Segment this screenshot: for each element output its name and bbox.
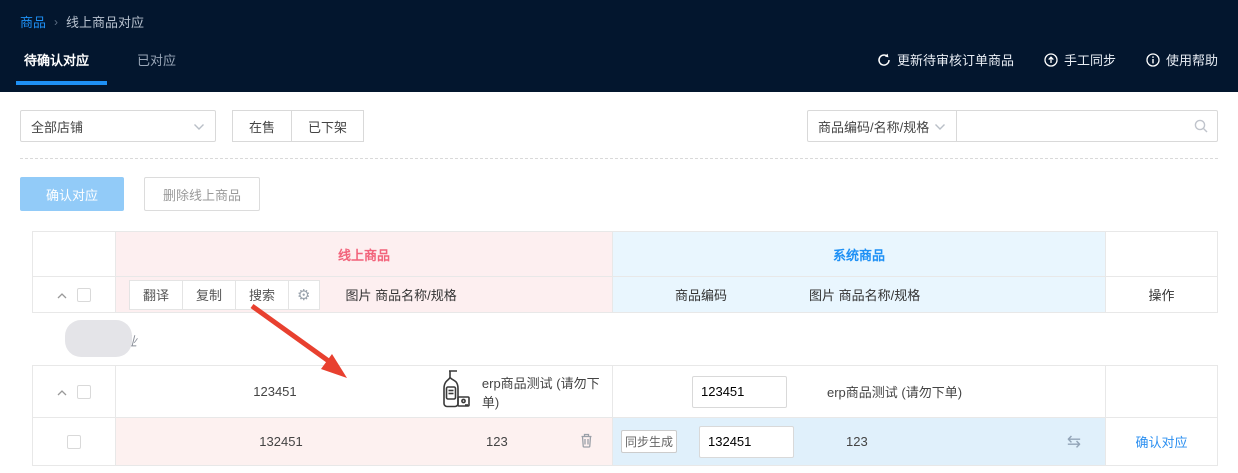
search-icon[interactable]	[1193, 118, 1209, 137]
operation-cell	[1105, 365, 1218, 418]
header-select-cell	[32, 277, 115, 313]
online-group-title: 线上商品	[116, 245, 612, 264]
table-row: 132451 123 同步生成 123 ⇆ 确认对应	[32, 418, 1218, 466]
online-product-cell: 132451 123	[115, 418, 612, 466]
filter-bar: 全部店铺 在售 已下架 商品编码/名称/规格	[0, 92, 1238, 158]
search-input[interactable]	[956, 110, 1218, 142]
sale-status-button-group: 在售 已下架	[232, 110, 364, 142]
manual-sync-label: 手工同步	[1064, 50, 1116, 69]
header-empty-cell	[32, 231, 115, 277]
system-code-input[interactable]	[699, 426, 794, 458]
confirm-match-button[interactable]: 确认对应	[20, 177, 124, 211]
row-checkbox[interactable]	[77, 385, 91, 399]
help-button[interactable]: 使用帮助	[1146, 50, 1218, 69]
select-all-checkbox[interactable]	[77, 288, 91, 302]
sync-generated-tag: 同步生成	[621, 430, 677, 453]
row-select-cell	[32, 418, 115, 466]
header-operation: 操作	[1105, 277, 1218, 313]
gear-icon[interactable]: ⚙	[289, 281, 318, 309]
search-area: 商品编码/名称/规格	[807, 110, 1218, 142]
help-label: 使用帮助	[1166, 50, 1218, 69]
online-product-code: 132451	[116, 434, 446, 449]
table-row: 123451 erp商品测试 (请勿下单)	[32, 365, 1218, 418]
breadcrumb-separator: ›	[54, 15, 58, 29]
product-image[interactable]	[436, 369, 472, 414]
table-header: 线上商品 系统商品 翻译 复制 搜索 ⚙ 图片 商品名称	[32, 231, 1218, 313]
online-product-cell: 123451 erp商品测试 (请勿下单)	[115, 365, 612, 418]
onsale-filter-button[interactable]: 在售	[232, 110, 292, 142]
online-columns-label: 图片 商品名称/规格	[346, 285, 457, 304]
refresh-icon	[877, 53, 891, 67]
operation-column-label: 操作	[1106, 285, 1217, 304]
search-toolbar-button[interactable]: 搜索	[236, 281, 289, 309]
system-product-name: 123	[846, 434, 868, 449]
header-system-columns: 商品编码 图片 商品名称/规格	[612, 277, 1105, 313]
refresh-pending-orders-label: 更新待审核订单商品	[897, 50, 1014, 69]
tab-matched[interactable]: 已对应	[133, 50, 180, 85]
help-icon	[1146, 53, 1160, 67]
system-product-cell: 同步生成 123 ⇆	[612, 418, 1105, 466]
system-columns-label: 图片 商品名称/规格	[809, 285, 920, 304]
top-navigation-bar: 商品 › 线上商品对应 待确认对应 已对应 更新待审核订单商品 手工同步	[0, 0, 1238, 92]
system-group-title: 系统商品	[613, 245, 1105, 264]
collapse-caret-icon[interactable]	[57, 384, 67, 399]
system-code-input[interactable]	[692, 376, 787, 408]
manual-sync-button[interactable]: 手工同步	[1044, 50, 1116, 69]
online-product-name: 123	[486, 434, 508, 449]
system-product-cell: erp商品测试 (请勿下单)	[612, 365, 1105, 418]
swap-icon[interactable]: ⇆	[1067, 432, 1081, 452]
shop-select[interactable]: 全部店铺	[20, 110, 216, 142]
chevron-down-icon	[193, 119, 205, 134]
breadcrumb-root[interactable]: 商品	[20, 12, 46, 31]
search-field-select[interactable]: 商品编码/名称/规格	[807, 110, 957, 142]
shop-name-redaction-blob	[65, 320, 132, 357]
row-checkbox[interactable]	[67, 435, 81, 449]
search-field-select-value: 商品编码/名称/规格	[818, 117, 929, 136]
refresh-pending-orders-button[interactable]: 更新待审核订单商品	[877, 50, 1014, 69]
system-product-name: erp商品测试 (请勿下单)	[827, 382, 962, 401]
header-online-columns: 翻译 复制 搜索 ⚙ 图片 商品名称/规格	[115, 277, 612, 313]
online-product-name: erp商品测试 (请勿下单)	[482, 373, 612, 411]
delete-online-product-button[interactable]: 删除线上商品	[144, 177, 260, 211]
topbar-actions: 更新待审核订单商品 手工同步 使用帮助	[877, 50, 1218, 85]
header-group-online: 线上商品	[115, 231, 612, 277]
tab-bar: 待确认对应 已对应 更新待审核订单商品 手工同步 使用帮助	[20, 31, 1218, 85]
copy-button[interactable]: 复制	[183, 281, 236, 309]
sync-upload-icon	[1044, 53, 1058, 67]
online-toolbar: 翻译 复制 搜索 ⚙	[129, 280, 320, 310]
shop-group-row: 业	[32, 313, 1218, 365]
row-select-cell	[32, 365, 115, 418]
breadcrumb: 商品 › 线上商品对应	[20, 0, 1218, 31]
translate-button[interactable]: 翻译	[130, 281, 183, 309]
table-body: 123451 erp商品测试 (请勿下单)	[32, 365, 1218, 466]
operation-cell: 确认对应	[1105, 418, 1218, 466]
match-table: 线上商品 系统商品 翻译 复制 搜索 ⚙ 图片 商品名称	[32, 231, 1218, 466]
chevron-down-icon	[934, 119, 946, 134]
shop-select-value: 全部店铺	[31, 117, 83, 136]
bulk-actions: 确认对应 删除线上商品	[0, 159, 1238, 231]
tab-pending-match[interactable]: 待确认对应	[20, 50, 93, 85]
header-group-system: 系统商品	[612, 231, 1105, 277]
system-code-column-label: 商品编码	[613, 285, 789, 304]
trash-icon[interactable]	[579, 432, 594, 451]
online-product-code: 123451	[116, 384, 434, 399]
breadcrumb-current: 线上商品对应	[66, 12, 144, 31]
collapse-caret-icon[interactable]	[57, 287, 67, 302]
confirm-match-link[interactable]: 确认对应	[1106, 432, 1217, 451]
offsale-filter-button[interactable]: 已下架	[291, 110, 364, 142]
header-empty-cell	[1105, 231, 1218, 277]
